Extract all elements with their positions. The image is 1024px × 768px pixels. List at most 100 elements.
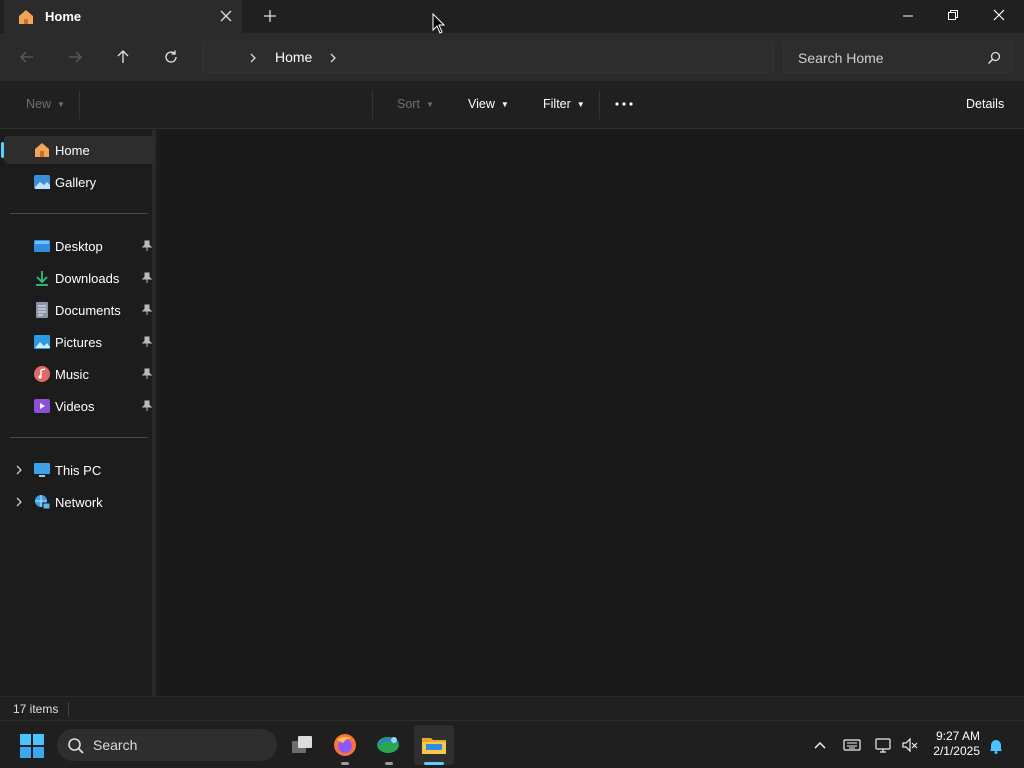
restore-button[interactable] — [930, 0, 976, 30]
details-button[interactable]: Details — [966, 97, 1004, 111]
divider — [372, 91, 373, 119]
sort-button[interactable]: Sort ▼ — [397, 97, 434, 111]
videos-icon — [34, 399, 50, 413]
sidebar-item-label: Music — [55, 366, 89, 382]
arrow-up-icon — [117, 50, 129, 63]
chevron-down-icon: ▼ — [576, 99, 585, 109]
close-tab-icon[interactable] — [218, 8, 234, 24]
file-list-pane[interactable] — [160, 130, 1024, 696]
more-icon — [615, 102, 633, 106]
filter-button[interactable]: Filter ▼ — [543, 97, 585, 111]
tab-title: Home — [45, 9, 82, 24]
divider — [68, 702, 69, 716]
new-label: New — [26, 97, 52, 111]
pictures-icon — [34, 335, 50, 349]
close-icon — [993, 9, 1005, 21]
search-icon — [987, 51, 1001, 65]
pin-icon[interactable] — [142, 368, 152, 380]
sidebar-item-pictures[interactable]: Pictures — [4, 328, 154, 356]
sidebar-item-this-pc[interactable]: This PC — [4, 456, 154, 484]
sidebar-item-desktop[interactable]: Desktop — [4, 232, 154, 260]
pin-icon[interactable] — [142, 336, 152, 348]
view-button[interactable]: View ▼ — [468, 97, 509, 111]
music-icon — [34, 366, 50, 382]
navigation-pane: Home Gallery Desktop Downloads Documents — [0, 130, 156, 696]
chevron-right-icon[interactable] — [247, 51, 259, 65]
home-icon — [35, 143, 49, 157]
divider — [599, 91, 600, 119]
pin-icon[interactable] — [142, 304, 152, 316]
taskbar-search-label: Search — [93, 737, 138, 753]
sidebar-item-label: Desktop — [55, 238, 103, 254]
refresh-icon — [165, 50, 177, 63]
file-explorer-taskbar-button[interactable] — [414, 725, 454, 765]
new-tab-icon[interactable] — [262, 8, 278, 24]
pin-icon[interactable] — [142, 272, 152, 284]
refresh-button[interactable] — [157, 44, 185, 70]
sidebar-item-network[interactable]: Network — [4, 488, 154, 516]
volume-muted-icon[interactable] — [901, 736, 919, 754]
sidebar-item-label: Downloads — [55, 270, 120, 286]
status-bar: 17 items — [0, 696, 1024, 720]
task-view-icon[interactable] — [288, 731, 316, 759]
folder-icon — [422, 738, 446, 754]
forward-button[interactable] — [61, 44, 89, 70]
chevron-right-icon[interactable] — [327, 51, 339, 65]
navigation-bar: Home Search Home — [0, 33, 1024, 81]
minimize-button[interactable] — [885, 0, 931, 30]
back-button[interactable] — [13, 44, 41, 70]
sidebar-item-music[interactable]: Music — [4, 360, 154, 388]
new-button[interactable]: New ▼ — [26, 97, 65, 111]
sidebar-item-downloads[interactable]: Downloads — [4, 264, 154, 292]
running-indicator — [341, 762, 349, 765]
sidebar-item-home[interactable]: Home — [1, 136, 154, 164]
notification-bell-icon[interactable] — [987, 737, 1005, 755]
sidebar-item-documents[interactable]: Documents — [4, 296, 154, 324]
start-icon[interactable] — [19, 733, 45, 759]
close-window-button[interactable] — [976, 0, 1022, 30]
item-count: 17 items — [13, 702, 59, 716]
pin-icon[interactable] — [142, 240, 152, 252]
restore-icon — [948, 10, 958, 20]
search-placeholder: Search Home — [798, 50, 884, 66]
this-pc-icon — [34, 463, 50, 477]
arrow-right-icon — [69, 51, 82, 63]
sidebar-item-label: Pictures — [55, 334, 102, 350]
taskbar-search[interactable]: Search — [57, 729, 277, 761]
chevron-right-icon[interactable] — [14, 464, 24, 476]
taskbar: Search 9:27 AM 2/1/2025 — [0, 720, 1024, 768]
sort-label: Sort — [397, 97, 420, 111]
firefox-icon[interactable] — [331, 731, 359, 759]
tab-home[interactable]: Home — [4, 0, 242, 33]
sidebar-item-label: Videos — [55, 398, 95, 414]
command-bar: New ▼ Sort ▼ View ▼ Filter ▼ Details — [0, 81, 1024, 129]
home-icon — [19, 9, 33, 24]
title-bar: Home — [0, 0, 1024, 33]
clock[interactable]: 9:27 AM 2/1/2025 — [933, 729, 980, 759]
sidebar-item-gallery[interactable]: Gallery — [4, 168, 154, 196]
chevron-down-icon: ▼ — [425, 99, 434, 109]
chevron-down-icon: ▼ — [57, 99, 65, 109]
up-button[interactable] — [109, 44, 137, 70]
keyboard-icon[interactable] — [843, 736, 861, 754]
divider — [10, 213, 148, 214]
more-options-button[interactable] — [615, 95, 633, 113]
documents-icon — [36, 302, 48, 318]
sidebar-item-label: Gallery — [55, 174, 97, 190]
chevron-up-icon[interactable] — [811, 737, 829, 755]
filter-label: Filter — [543, 97, 571, 111]
app-icon[interactable] — [374, 731, 402, 759]
minimize-icon — [903, 15, 913, 17]
chevron-right-icon[interactable] — [14, 496, 24, 508]
desktop-icon — [34, 240, 50, 252]
search-box[interactable]: Search Home — [783, 41, 1013, 73]
active-indicator — [424, 762, 444, 765]
sidebar-item-label: Network — [55, 494, 103, 510]
breadcrumb-home[interactable]: Home — [275, 49, 312, 65]
arrow-left-icon — [20, 51, 33, 63]
pin-icon[interactable] — [142, 400, 152, 412]
gallery-icon — [34, 175, 50, 189]
network-status-icon[interactable] — [875, 736, 893, 754]
address-bar[interactable]: Home — [202, 41, 774, 73]
sidebar-item-videos[interactable]: Videos — [4, 392, 154, 420]
